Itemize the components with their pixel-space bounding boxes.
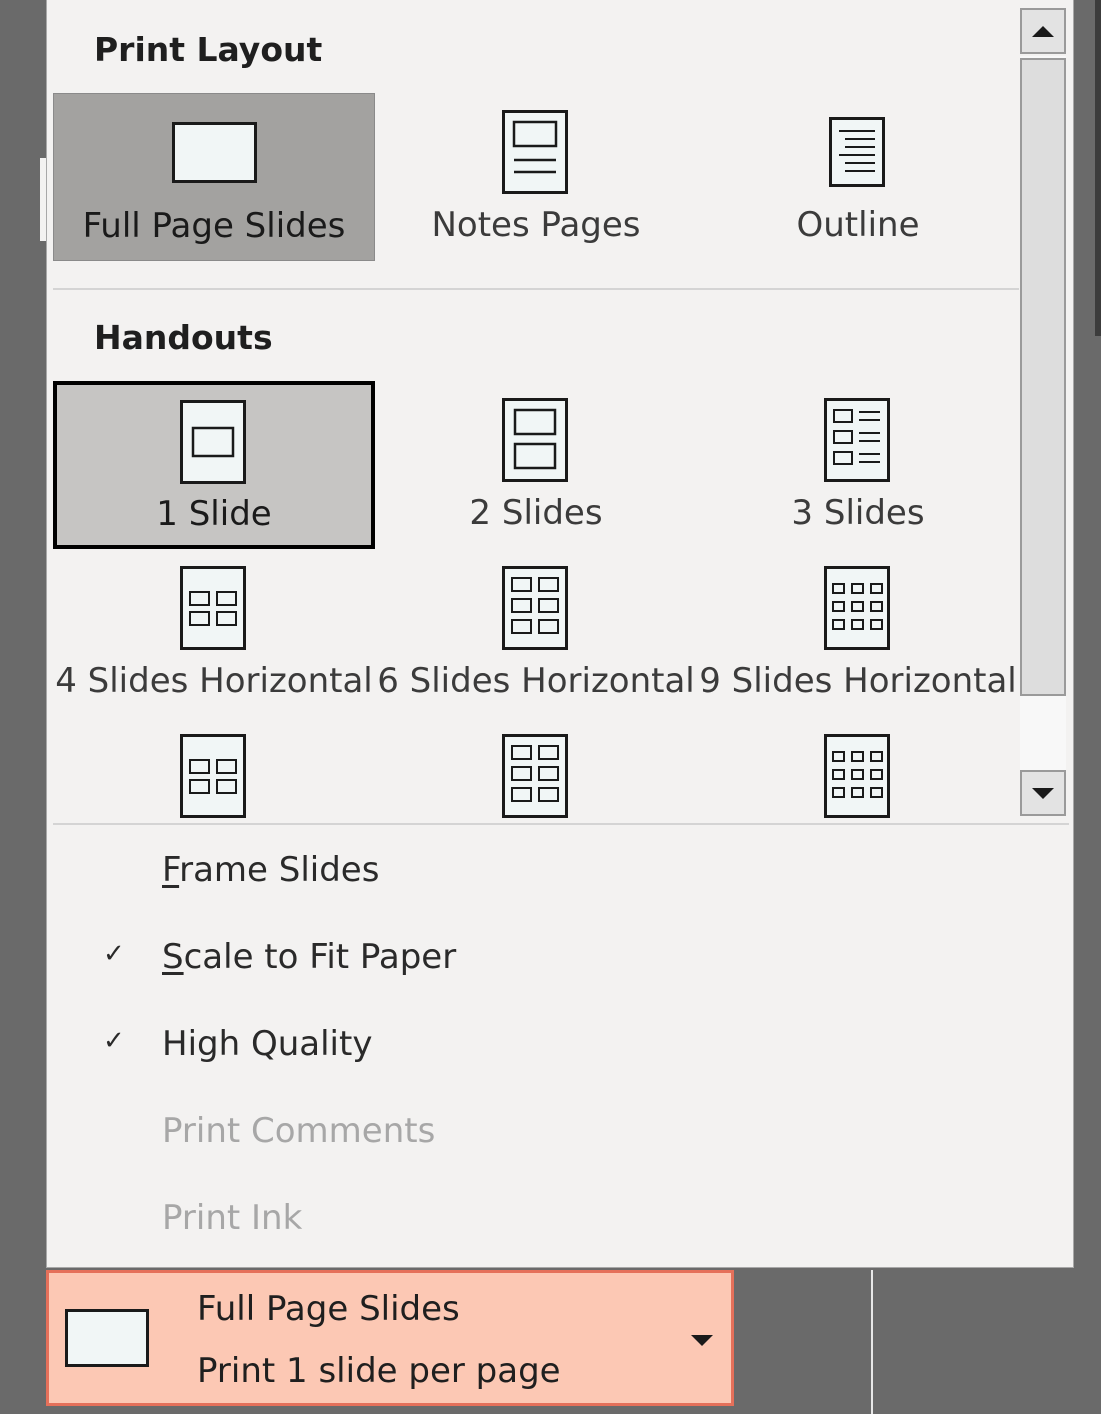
layout-full-page-slides[interactable]: Full Page Slides [53, 93, 375, 261]
print-layout-dropdown: Print Layout Full Page Slides Notes Page… [46, 0, 1074, 1268]
handout-item-label: 1 Slide [156, 494, 272, 534]
handout-6-slides-vertical[interactable] [375, 717, 697, 821]
handout-item-label: 9 Slides Horizontal [699, 661, 1017, 701]
handout-3-slides-icon [824, 398, 892, 484]
handout-6-slides-vertical-icon [502, 734, 570, 820]
menu-label: Frame Slides [162, 850, 379, 890]
full-page-slides-icon [65, 1309, 149, 1367]
section-divider [53, 288, 1019, 290]
selection-title: Full Page Slides [197, 1289, 460, 1329]
handout-item-label: 6 Slides Horizontal [377, 661, 695, 701]
triangle-down-icon [1032, 788, 1054, 799]
handout-4-slides-horizontal[interactable]: 4 Slides Horizontal [53, 549, 375, 717]
menu-label-rest: cale to Fit Paper [183, 937, 457, 977]
notes-pages-icon [502, 110, 570, 196]
checkmark-icon: ✓ [103, 939, 125, 969]
layout-notes-pages[interactable]: Notes Pages [375, 93, 697, 261]
menu-print-ink: Print Ink [47, 1186, 1067, 1256]
handout-1-slide[interactable]: 1 Slide [53, 381, 375, 549]
print-layout-heading: Print Layout [94, 30, 323, 69]
scroll-down-button[interactable] [1020, 770, 1066, 816]
gallery-scrollbar[interactable] [1020, 8, 1068, 818]
menu-label: Print Ink [162, 1198, 303, 1238]
handout-2-slides-icon [502, 398, 570, 484]
access-key: S [162, 937, 184, 977]
outline-icon [829, 117, 887, 189]
handout-item-label: 3 Slides [791, 493, 925, 533]
menu-label-rest: rame Slides [179, 850, 380, 890]
print-layout-select[interactable]: Full Page Slides Print 1 slide per page [46, 1270, 734, 1406]
handout-1-slide-icon [180, 400, 248, 486]
handout-9-slides-horizontal[interactable]: 9 Slides Horizontal [697, 549, 1019, 717]
handout-4-slides-horizontal-icon [180, 566, 248, 652]
handout-3-slides[interactable]: 3 Slides [697, 381, 1019, 549]
menu-label: High Quality [162, 1024, 373, 1064]
handout-item-label: 2 Slides [469, 493, 603, 533]
handout-9-slides-horizontal-icon [824, 566, 892, 652]
handout-6-slides-horizontal-icon [502, 566, 570, 652]
menu-high-quality[interactable]: ✓ High Quality [47, 1012, 1067, 1082]
scroll-up-button[interactable] [1020, 8, 1066, 54]
layout-item-label: Outline [796, 205, 920, 245]
menu-scale-to-fit-paper[interactable]: ✓ Scale to Fit Paper [47, 925, 1067, 995]
handout-item-label: 4 Slides Horizontal [55, 661, 373, 701]
handout-9-slides-vertical[interactable] [697, 717, 1019, 821]
handout-2-slides[interactable]: 2 Slides [375, 381, 697, 549]
checkmark-icon: ✓ [103, 1026, 125, 1056]
handout-6-slides-horizontal[interactable]: 6 Slides Horizontal [375, 549, 697, 717]
layout-item-label: Notes Pages [431, 205, 641, 245]
layout-outline[interactable]: Outline [697, 93, 1019, 261]
scroll-thumb[interactable] [1020, 58, 1066, 696]
background-divider [871, 1270, 873, 1414]
menu-frame-slides[interactable]: Frame Slides [47, 838, 1067, 908]
handout-9-slides-vertical-icon [824, 734, 892, 820]
layout-item-label: Full Page Slides [82, 206, 346, 246]
handout-4-slides-vertical-icon [180, 734, 248, 820]
full-page-slides-icon [172, 122, 258, 186]
dropdown-arrow-icon [691, 1335, 713, 1346]
menu-label: Print Comments [162, 1111, 436, 1151]
section-divider [53, 823, 1069, 825]
handout-4-slides-vertical[interactable] [53, 717, 375, 821]
menu-label: Scale to Fit Paper [162, 937, 456, 977]
menu-print-comments: Print Comments [47, 1099, 1067, 1169]
handouts-heading: Handouts [94, 318, 273, 357]
access-key: F [162, 850, 180, 890]
triangle-up-icon [1032, 26, 1054, 37]
background-edge-right [1095, 0, 1101, 336]
selection-subtitle: Print 1 slide per page [197, 1351, 561, 1391]
